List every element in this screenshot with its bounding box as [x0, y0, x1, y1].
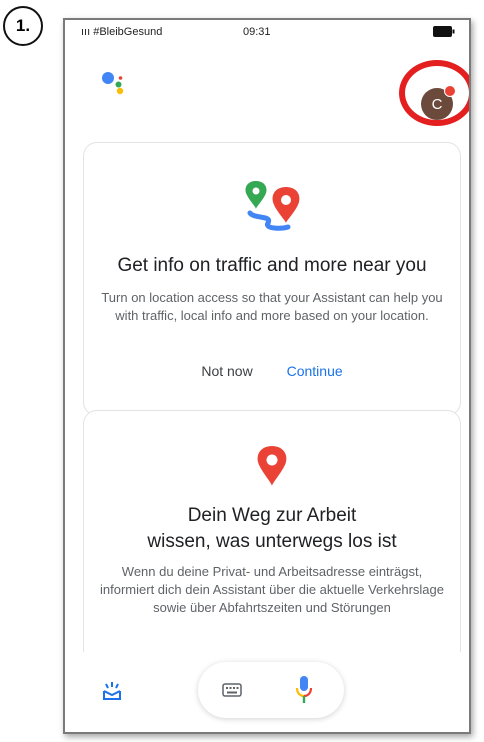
clock: 09:31 — [243, 26, 271, 38]
location-card-title: Get info on traffic and more near you — [117, 255, 427, 276]
commute-card-title: Dein Weg zur Arbeit wissen, was unterweg… — [84, 503, 460, 555]
continue-button[interactable]: Continue — [275, 359, 355, 383]
location-card-actions: Not now Continue — [84, 359, 460, 383]
assistant-logo — [99, 69, 129, 99]
commute-title-line1: Dein Weg zur Arbeit — [187, 505, 357, 526]
phone-screen: ııı #BleibGesund 09:31 C Get info on tra… — [63, 18, 471, 734]
not-now-button[interactable]: Not now — [189, 359, 264, 383]
status-bar: ııı #BleibGesund 09:31 — [65, 20, 469, 46]
commute-card-body: Wenn du deine Privat- und Arbeitsadresse… — [100, 564, 444, 615]
location-access-card: Get info on traffic and more near you Tu… — [83, 142, 461, 416]
profile-avatar-button[interactable]: C — [421, 85, 456, 120]
keyboard-icon[interactable] — [222, 682, 242, 698]
avatar-letter: C — [431, 95, 443, 113]
traffic-route-icon — [242, 179, 302, 231]
explore-icon[interactable] — [101, 680, 123, 702]
carrier-label: ııı #BleibGesund — [81, 26, 163, 38]
battery-icon — [433, 26, 455, 40]
microphone-icon[interactable] — [295, 675, 313, 705]
commute-title-line2: wissen, was unterwegs los ist — [147, 531, 397, 552]
step-number-label: 1. — [3, 6, 43, 46]
location-card-body: Turn on location access so that your Ass… — [101, 290, 443, 323]
notification-dot — [444, 85, 456, 97]
input-pill — [198, 662, 344, 718]
location-pin-icon — [255, 445, 289, 487]
bottom-bar — [65, 652, 469, 732]
